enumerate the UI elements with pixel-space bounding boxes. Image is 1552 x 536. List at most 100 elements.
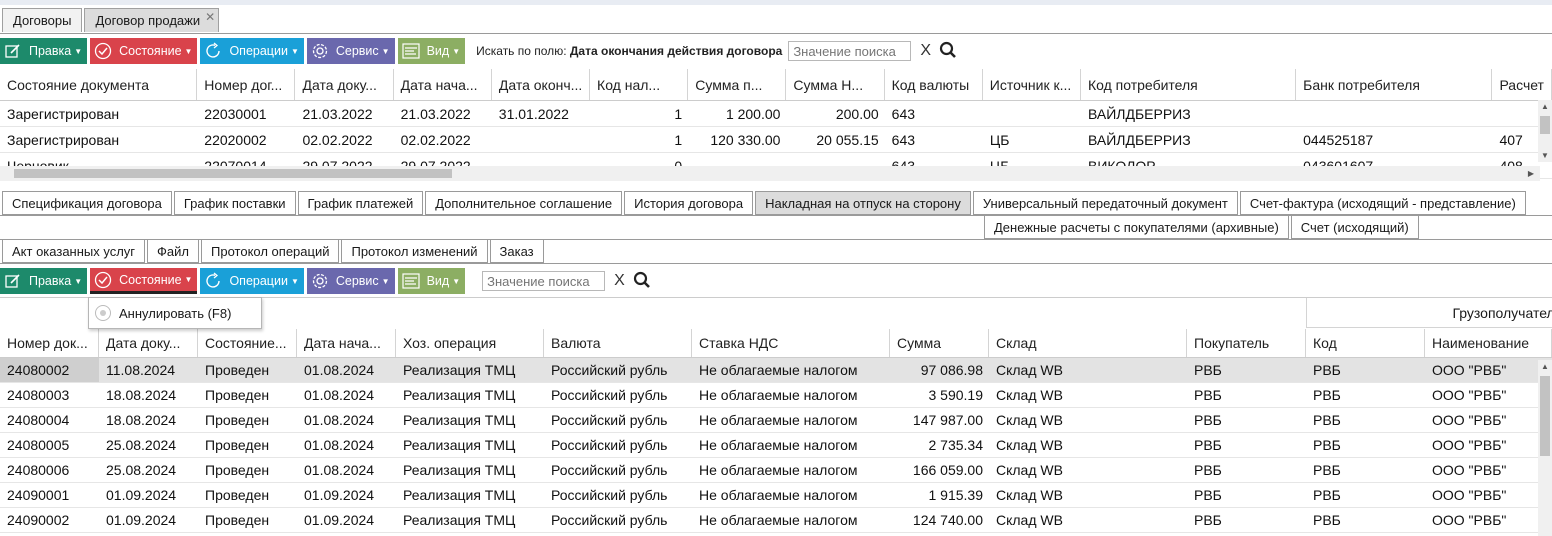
tab-section_tabs_row2-0[interactable]: Денежные расчеты с покупателями (архивны… [984,215,1289,239]
column-header[interactable]: Номер дог... [197,69,296,100]
state-button[interactable]: Состояние ▼ [90,268,198,294]
document-tabs: Договоры Договор продажи ✕ [0,8,1552,34]
table-cell: РВБ [1313,487,1341,503]
column-header[interactable]: Сумма [890,329,989,357]
service-button[interactable]: Сервис ▼ [306,268,395,294]
table-cell: Склад WB [996,487,1063,503]
contracts-vertical-scrollbar[interactable]: ▲ ▼ [1538,100,1552,162]
table-cell: Реализация ТМЦ [396,358,544,382]
close-tab-icon[interactable]: ✕ [205,10,215,24]
search-by-field[interactable]: Дата окончания действия договора [570,44,782,58]
view-button[interactable]: Вид ▼ [397,268,466,294]
tab-section_tabs_row1-4[interactable]: История договора [624,191,754,215]
consignee-group-label: Грузополучатель [1452,304,1552,321]
table-cell: Не облагаемые налогом [692,358,890,382]
scrollbar-thumb[interactable] [1540,116,1550,134]
operations-button[interactable]: Операции ▼ [200,268,304,294]
column-header[interactable]: Наименование [1425,329,1552,357]
table-row[interactable]: 24080005 25.08.2024 Проведен 01.08.2024 Реал… [0,433,1552,458]
table-cell [1296,101,1492,126]
column-header[interactable]: Дата оконч... [492,69,591,100]
column-header[interactable]: Хоз. операция [396,329,544,357]
scroll-up-icon[interactable]: ▲ [1541,102,1549,111]
tab-section_tabs_row1-5[interactable]: Накладная на отпуск на сторону [755,191,971,215]
column-header[interactable]: Склад [989,329,1187,357]
table-cell: Проведен [205,462,270,478]
scroll-up-icon[interactable]: ▲ [1541,362,1549,371]
invoices-vertical-scrollbar[interactable]: ▲ [1538,360,1552,536]
edit-button[interactable]: Правка ▼ [0,38,88,64]
column-header[interactable]: Дата начa... [394,69,492,100]
table-cell: РВБ [1313,462,1341,478]
clear-search-icon[interactable]: X [920,42,931,60]
column-header[interactable]: Банк потребителя [1296,69,1493,100]
table-row[interactable]: 24080006 25.08.2024 Проведен 01.08.2024 Реал… [0,458,1552,483]
table-row[interactable]: 24090001 01.09.2024 Проведен 01.09.2024 Реал… [0,483,1552,508]
view-button[interactable]: Вид ▼ [397,38,466,64]
service-button[interactable]: Сервис ▼ [306,38,395,64]
contracts-horizontal-scrollbar[interactable]: ▶ [0,166,1540,181]
table-row[interactable]: Зарегистрирован 22030001 21.03.2022 21.03.2… [0,101,1552,127]
column-header[interactable]: Ставка НДС [692,329,890,357]
scroll-right-icon[interactable]: ▶ [1528,169,1534,178]
menu-item-annul[interactable]: Аннулировать (F8) [119,306,231,321]
tab-section_tabs_row1-3[interactable]: Дополнительное соглашение [425,191,623,215]
column-header[interactable]: Код нал... [590,69,689,100]
column-header[interactable]: Дата доку... [295,69,394,100]
chevron-down-icon: ▼ [381,276,390,286]
table-cell: Склад WB [996,387,1063,403]
table-cell: 18.08.2024 [106,412,177,428]
column-header[interactable]: Расчет [1492,69,1552,100]
table-cell: 24090001 [7,487,70,503]
column-header[interactable]: Источник к... [983,69,1081,100]
column-header[interactable]: Покупатель [1187,329,1306,357]
tab-section_tabs_row3-0[interactable]: Акт оказанных услуг [2,239,146,263]
tab-section_tabs_row1-0[interactable]: Спецификация договора [2,191,172,215]
table-row[interactable]: 24080004 18.08.2024 Проведен 01.08.2024 Реал… [0,408,1552,433]
column-header[interactable]: Дата нача... [297,329,396,357]
invoices-grid: Грузополучатель Номер док... Дата доку...… [0,297,1552,536]
tab-section_tabs_row3-1[interactable]: Файл [147,239,200,263]
tab-section_tabs_row3-3[interactable]: Протокол изменений [341,239,488,263]
operations-button[interactable]: Операции ▼ [200,38,304,64]
search-input[interactable] [788,41,912,61]
clear-search-icon[interactable]: X [614,272,625,290]
table-cell: 120 330.00 [710,131,781,148]
tab-section_tabs_row1-1[interactable]: График поставки [173,191,296,215]
refresh-icon [203,41,223,61]
table-row[interactable]: Зарегистрирован 22020002 02.02.2022 02.02.2… [0,127,1552,153]
table-cell: ООО "РВБ" [1432,387,1507,403]
table-cell: 22020002 [204,131,267,148]
doc-tab-contracts[interactable]: Договоры [2,8,83,32]
column-header[interactable]: Код потребителя [1081,69,1297,100]
state-button[interactable]: Состояние ▼ [90,38,198,64]
edit-button[interactable]: Правка ▼ [0,268,88,294]
column-header[interactable]: Валюта [544,329,692,357]
pencil-icon [3,271,23,291]
tab-section_tabs_row3-4[interactable]: Заказ [489,239,544,263]
column-header[interactable]: Сумма п... [688,69,787,100]
column-header[interactable]: Код валюты [885,69,983,100]
tab-section_tabs_row1-6[interactable]: Универсальный передаточный документ [972,191,1238,215]
tab-section_tabs_row2-1[interactable]: Счет (исходящий) [1290,215,1419,239]
tab-section_tabs_row1-7[interactable]: Счет-фактура (исходящий - представление) [1239,191,1526,215]
doc-tab-sale-contract[interactable]: Договор продажи ✕ [84,8,220,32]
column-header[interactable]: Дата доку... [99,329,198,357]
search-icon[interactable] [633,271,651,292]
search-input[interactable] [482,271,606,291]
column-header[interactable]: Состояние... [198,329,297,357]
table-cell: 01.08.2024 [304,412,375,428]
scrollbar-thumb[interactable] [1540,376,1550,456]
table-row[interactable]: 24090002 01.09.2024 Проведен 01.09.2024 Реал… [0,508,1552,533]
table-row[interactable]: 24080003 18.08.2024 Проведен 01.08.2024 Реал… [0,383,1552,408]
column-header[interactable]: Состояние документа [0,69,198,100]
column-header[interactable]: Код [1306,329,1425,357]
search-icon[interactable] [939,41,957,62]
tab-section_tabs_row3-2[interactable]: Протокол операций [201,239,340,263]
column-header[interactable]: Сумма Н... [786,69,885,100]
scrollbar-thumb[interactable] [14,169,452,178]
scroll-down-icon[interactable]: ▼ [1541,151,1549,160]
tab-section_tabs_row1-2[interactable]: График платежей [297,191,424,215]
column-header[interactable]: Номер док... [0,329,99,357]
table-row[interactable]: 24080002 11.08.2024 Проведен 01.08.2024 Реал… [0,358,1552,383]
